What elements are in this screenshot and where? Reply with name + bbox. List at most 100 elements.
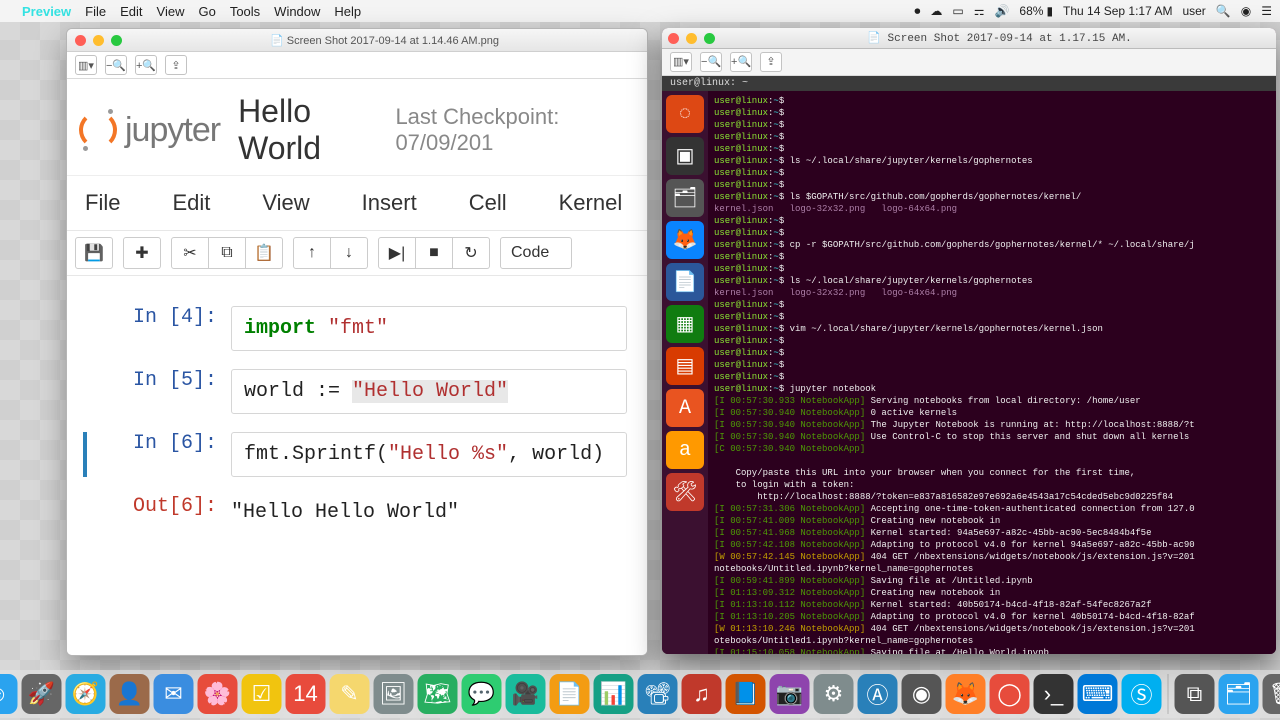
paste-button[interactable]: 📋 <box>246 237 283 269</box>
zoom-out-button[interactable]: −🔍 <box>105 55 127 75</box>
menuitem-tools[interactable]: Tools <box>230 4 260 19</box>
dock-systemprefs-icon[interactable]: ⚙︎ <box>814 674 854 714</box>
cell-body[interactable]: world := "Hello World" <box>231 369 627 414</box>
sidebar-toggle[interactable]: ▥▾ <box>75 55 97 75</box>
menuitem-file[interactable]: File <box>85 4 106 19</box>
close-button[interactable] <box>668 33 679 44</box>
dock-numbers-icon[interactable]: 📊 <box>594 674 634 714</box>
menuitem-go[interactable]: Go <box>198 4 215 19</box>
minimize-button[interactable] <box>93 35 104 46</box>
zoom-out-button[interactable]: −🔍 <box>700 52 722 72</box>
terminal-icon[interactable]: ▣ <box>666 137 704 175</box>
jupyter-menu-insert[interactable]: Insert <box>362 190 417 216</box>
copy-button[interactable]: ⧉ <box>209 237 246 269</box>
status-clock[interactable]: Thu 14 Sep 1:17 AM <box>1063 4 1172 18</box>
dock-siri-icon[interactable]: ◉ <box>902 674 942 714</box>
move-down-button[interactable]: ↓ <box>331 237 368 269</box>
menuitem-help[interactable]: Help <box>334 4 361 19</box>
run-button[interactable]: ▶| <box>378 237 416 269</box>
status-display-icon[interactable]: ▭ <box>952 4 963 18</box>
notebook-title[interactable]: Hello World <box>238 93 385 167</box>
notebook-cell[interactable]: In [4]:import "fmt" <box>87 306 627 351</box>
minimize-button[interactable] <box>686 33 697 44</box>
restart-button[interactable]: ↻ <box>453 237 490 269</box>
menuitem-window[interactable]: Window <box>274 4 320 19</box>
celltype-select[interactable]: Code <box>500 237 572 269</box>
dock-reminders-icon[interactable]: ☑︎ <box>242 674 282 714</box>
zoom-in-button[interactable]: +🔍 <box>135 55 157 75</box>
move-up-button[interactable]: ↑ <box>293 237 331 269</box>
preview-titlebar[interactable]: 📄 Screen Shot 2017-09-14 at 1.14.46 AM.p… <box>67 29 647 52</box>
status-siri-icon[interactable]: ◉ <box>1241 4 1251 18</box>
notebook-cell[interactable]: In [5]:world := "Hello World" <box>87 369 627 414</box>
jupyter-menu-file[interactable]: File <box>85 190 120 216</box>
dock-photobooth-icon[interactable]: 📷 <box>770 674 810 714</box>
dock-folder-icon[interactable]: 🗂 <box>1219 674 1259 714</box>
interrupt-button[interactable]: ■ <box>416 237 453 269</box>
files-icon[interactable]: 🗂 <box>666 179 704 217</box>
cell-body[interactable]: import "fmt" <box>231 306 627 351</box>
calc-icon[interactable]: ▦ <box>666 305 704 343</box>
dock-notes-icon[interactable]: ✎ <box>330 674 370 714</box>
dock-contacts-icon[interactable]: 👤 <box>110 674 150 714</box>
sidebar-toggle[interactable]: ▥▾ <box>670 52 692 72</box>
dock-messages-icon[interactable]: 💬 <box>462 674 502 714</box>
notebook-cell[interactable]: In [6]:fmt.Sprintf("Hello %s", world) <box>83 432 627 477</box>
terminal-titlebar[interactable]: 📄 Screen Shot 2017-09-14 at 1.17.15 AM. <box>662 28 1276 49</box>
close-button[interactable] <box>75 35 86 46</box>
dock-keynote-icon[interactable]: 📽 <box>638 674 678 714</box>
jupyter-menu-view[interactable]: View <box>262 190 309 216</box>
software-icon[interactable]: A <box>666 389 704 427</box>
dock-terminal-icon[interactable]: ›_ <box>1034 674 1074 714</box>
share-button[interactable]: ⇪ <box>165 55 187 75</box>
menubar-app[interactable]: Preview <box>22 4 71 19</box>
dock-launchpad-icon[interactable]: 🚀 <box>22 674 62 714</box>
insert-cell-button[interactable]: ✚ <box>123 237 161 269</box>
dock-chrome-icon[interactable]: ◯ <box>990 674 1030 714</box>
dock-finder-icon[interactable]: ☺ <box>0 674 18 714</box>
menuitem-view[interactable]: View <box>157 4 185 19</box>
dock-maps-icon[interactable]: 🗺 <box>418 674 458 714</box>
status-notification-icon[interactable]: ☰ <box>1261 4 1272 18</box>
dock-mail-icon[interactable]: ✉︎ <box>154 674 194 714</box>
zoom-in-button[interactable]: +🔍 <box>730 52 752 72</box>
terminal-output[interactable]: user@linux:~$ user@linux:~$ user@linux:~… <box>708 91 1276 654</box>
status-spotlight-icon[interactable]: 🔍 <box>1216 4 1231 18</box>
zoom-button[interactable] <box>704 33 715 44</box>
preview-window[interactable]: 📄 Screen Shot 2017-09-14 at 1.14.46 AM.p… <box>66 28 648 656</box>
dock-skype-icon[interactable]: Ⓢ <box>1122 674 1162 714</box>
dock-facetime-icon[interactable]: 🎥 <box>506 674 546 714</box>
dock-calendar-icon[interactable]: 14 <box>286 674 326 714</box>
dock-photos-icon[interactable]: 🌸 <box>198 674 238 714</box>
dock-safari-icon[interactable]: 🧭 <box>66 674 106 714</box>
dock-appstore-icon[interactable]: Ⓐ <box>858 674 898 714</box>
firefox-icon[interactable]: 🦊 <box>666 221 704 259</box>
terminal-window[interactable]: 📄 Screen Shot 2017-09-14 at 1.17.15 AM. … <box>662 28 1276 654</box>
dock-trash-icon[interactable]: 🗑 <box>1263 674 1280 714</box>
writer-icon[interactable]: 📄 <box>666 263 704 301</box>
notebook-cell[interactable]: Out[6]:"Hello Hello World" <box>87 495 627 530</box>
terminal-tab[interactable]: user@linux: ~ <box>662 76 1276 91</box>
ubuntu-dash-icon[interactable]: ◌ <box>666 95 704 133</box>
menuitem-edit[interactable]: Edit <box>120 4 142 19</box>
jupyter-menu-cell[interactable]: Cell <box>469 190 507 216</box>
save-button[interactable]: 💾 <box>75 237 113 269</box>
status-battery[interactable]: 68% ▮ <box>1019 4 1053 18</box>
zoom-button[interactable] <box>111 35 122 46</box>
dock-preview-icon[interactable]: 🖼 <box>374 674 414 714</box>
impress-icon[interactable]: ▤ <box>666 347 704 385</box>
settings-icon[interactable]: 🛠 <box>666 473 704 511</box>
amazon-icon[interactable]: a <box>666 431 704 469</box>
cell-body[interactable]: fmt.Sprintf("Hello %s", world) <box>231 432 627 477</box>
share-button[interactable]: ⇪ <box>760 52 782 72</box>
jupyter-menu-edit[interactable]: Edit <box>172 190 210 216</box>
dock-firefox-icon[interactable]: 🦊 <box>946 674 986 714</box>
jupyter-menu-kernel[interactable]: Kernel <box>559 190 623 216</box>
status-volume-icon[interactable]: 🔊 <box>994 4 1009 18</box>
dock-ibooks-icon[interactable]: 📘 <box>726 674 766 714</box>
dock-screenshot-icon[interactable]: ⧉ <box>1175 674 1215 714</box>
dock-pages-icon[interactable]: 📄 <box>550 674 590 714</box>
dock-itunes-icon[interactable]: ♫ <box>682 674 722 714</box>
cut-button[interactable]: ✂ <box>171 237 209 269</box>
status-wifi-icon[interactable]: ⚎ <box>974 4 985 18</box>
